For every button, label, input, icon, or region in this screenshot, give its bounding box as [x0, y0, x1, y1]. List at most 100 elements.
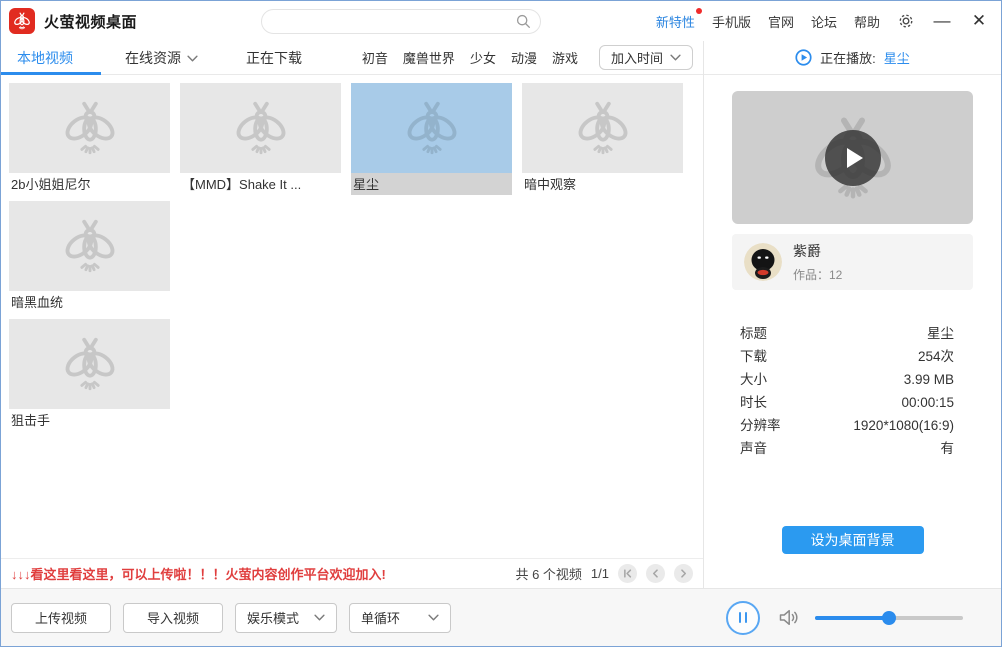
video-count: 共 6 个视频	[515, 567, 582, 582]
content-area: 本地视频 在线资源 正在下载 初音 魔兽世界 少女 动漫 游戏 加入时间 2b小…	[1, 41, 1001, 588]
link-official-site[interactable]: 官网	[768, 12, 794, 31]
author-avatar	[744, 243, 782, 281]
detail-label: 标题	[740, 326, 767, 341]
video-card[interactable]: 【MMD】Shake It ...	[180, 83, 341, 195]
video-card[interactable]: 2b小姐姐尼尔	[9, 83, 170, 195]
detail-value: 3.99 MB	[903, 372, 954, 387]
search-box[interactable]	[261, 8, 542, 34]
video-details: 标题 星尘 下载 254次 大小 3.99 MB 时长 00:00:15 分辨率	[740, 322, 954, 460]
import-video-button[interactable]: 导入视频	[123, 602, 223, 633]
video-thumbnail	[351, 83, 512, 173]
next-page-button[interactable]	[674, 564, 693, 583]
play-circle-icon	[795, 49, 812, 66]
speaker-icon[interactable]	[778, 608, 800, 627]
link-help[interactable]: 帮助	[854, 12, 880, 31]
firefly-placeholder-icon	[401, 97, 463, 159]
chevron-down-icon	[428, 614, 439, 621]
close-button[interactable]: ✕	[969, 11, 989, 31]
category-warcraft[interactable]: 魔兽世界	[403, 48, 455, 67]
author-info: 紫爵 作品：12	[793, 241, 842, 283]
search-input[interactable]	[261, 8, 542, 34]
app-title: 火萤视频桌面	[44, 13, 138, 31]
now-playing-title-link[interactable]: 星尘	[884, 48, 910, 67]
tab-downloading[interactable]: 正在下载	[222, 41, 326, 75]
upload-notice-text[interactable]: ↓↓↓看这里看这里，可以上传啦！！！火萤内容创作平台欢迎加入!	[11, 564, 386, 583]
author-name: 紫爵	[793, 243, 821, 259]
notification-dot	[695, 7, 702, 14]
video-card-selected[interactable]: 星尘	[351, 83, 512, 195]
link-new-features[interactable]: 新特性	[656, 7, 702, 31]
video-title: 狙击手	[11, 413, 51, 428]
volume-thumb[interactable]	[882, 610, 896, 625]
video-card[interactable]: 暗黑血统	[9, 201, 170, 313]
firefly-placeholder-icon	[59, 333, 121, 395]
chevron-down-icon	[670, 54, 681, 61]
app-logo-icon	[9, 8, 35, 34]
video-title: 暗中观察	[524, 177, 577, 192]
tab-online-resources[interactable]: 在线资源	[101, 41, 222, 75]
tab-downloading-label: 正在下载	[246, 49, 302, 66]
category-girl[interactable]: 少女	[470, 48, 496, 67]
main-area: 本地视频 在线资源 正在下载 初音 魔兽世界 少女 动漫 游戏 加入时间 2b小…	[1, 41, 703, 588]
prev-page-button[interactable]	[646, 564, 665, 583]
player-controls	[726, 600, 963, 635]
announce-row: ↓↓↓看这里看这里，可以上传啦！！！火萤内容创作平台欢迎加入! 共 6 个视频 …	[1, 558, 703, 588]
set-wallpaper-button[interactable]: 设为桌面背景	[781, 526, 924, 554]
detail-row-size: 大小 3.99 MB	[740, 368, 954, 391]
detail-label: 大小	[740, 372, 767, 387]
now-playing-label: 正在播放:	[820, 51, 876, 66]
tab-online-resources-label: 在线资源	[125, 49, 181, 66]
video-card[interactable]: 暗中观察	[522, 83, 683, 195]
mode-dropdown-value: 娱乐模式	[247, 611, 300, 626]
detail-value: 1920*1080(16:9)	[853, 418, 954, 433]
first-page-button[interactable]	[618, 564, 637, 583]
video-thumbnail	[180, 83, 341, 173]
detail-label: 时长	[740, 395, 767, 410]
settings-gear-icon[interactable]	[897, 12, 915, 30]
author-card[interactable]: 紫爵 作品：12	[732, 234, 973, 290]
author-works-count: 作品：12	[793, 268, 843, 282]
now-playing-panel: 正在播放: 星尘 紫爵 作品：12 标题 星尘 下载 254次 大小 3.99 …	[703, 41, 1001, 588]
video-grid: 2b小姐姐尼尔 【MMD】Shake It ... 星尘 暗中观察 暗黑血统 狙…	[1, 75, 703, 558]
volume-fill	[815, 616, 889, 620]
video-thumbnail	[9, 319, 170, 409]
category-hatsune[interactable]: 初音	[362, 48, 388, 67]
upload-video-button[interactable]: 上传视频	[11, 602, 111, 633]
title-bar: 火萤视频桌面 新特性 手机版 官网 论坛 帮助 — ✕	[1, 1, 1001, 41]
detail-label: 下载	[740, 349, 767, 364]
volume-slider[interactable]	[815, 610, 963, 625]
app-window: 火萤视频桌面 新特性 手机版 官网 论坛 帮助 — ✕ 本地视频 在线资源 正在…	[0, 0, 1002, 647]
link-mobile-version[interactable]: 手机版	[712, 12, 751, 31]
video-thumbnail	[522, 83, 683, 173]
chevron-down-icon	[314, 614, 325, 621]
loop-dropdown-value: 单循环	[361, 611, 401, 626]
page-indicator: 1/1	[590, 566, 609, 581]
now-playing-header: 正在播放: 星尘	[704, 41, 1001, 75]
detail-value: 星尘	[927, 326, 954, 341]
play-button[interactable]	[824, 129, 881, 186]
detail-row-sound: 声音 有	[740, 437, 954, 460]
mode-dropdown[interactable]: 娱乐模式	[235, 602, 337, 633]
firefly-placeholder-icon	[230, 97, 292, 159]
tab-local-videos[interactable]: 本地视频	[1, 41, 101, 75]
category-anime[interactable]: 动漫	[511, 48, 537, 67]
sort-dropdown[interactable]: 加入时间	[598, 45, 693, 70]
firefly-placeholder-icon	[59, 215, 121, 277]
pause-button[interactable]	[726, 600, 760, 635]
minimize-button[interactable]: —	[932, 11, 952, 31]
titlebar-links: 新特性 手机版 官网 论坛 帮助 — ✕	[656, 7, 989, 31]
search-icon	[516, 14, 530, 28]
video-thumbnail	[9, 201, 170, 291]
detail-row-duration: 时长 00:00:15	[740, 391, 954, 414]
category-links: 初音 魔兽世界 少女 动漫 游戏 加入时间	[362, 45, 703, 70]
video-title: 【MMD】Shake It ...	[182, 177, 302, 192]
chevron-down-icon	[187, 55, 198, 62]
detail-value: 有	[940, 441, 955, 456]
detail-value: 00:00:15	[901, 395, 954, 410]
video-card[interactable]: 狙击手	[9, 319, 170, 431]
loop-dropdown[interactable]: 单循环	[349, 602, 451, 633]
category-game[interactable]: 游戏	[552, 48, 578, 67]
link-forum[interactable]: 论坛	[811, 12, 837, 31]
detail-row-downloads: 下载 254次	[740, 345, 954, 368]
detail-row-title: 标题 星尘	[740, 322, 954, 345]
